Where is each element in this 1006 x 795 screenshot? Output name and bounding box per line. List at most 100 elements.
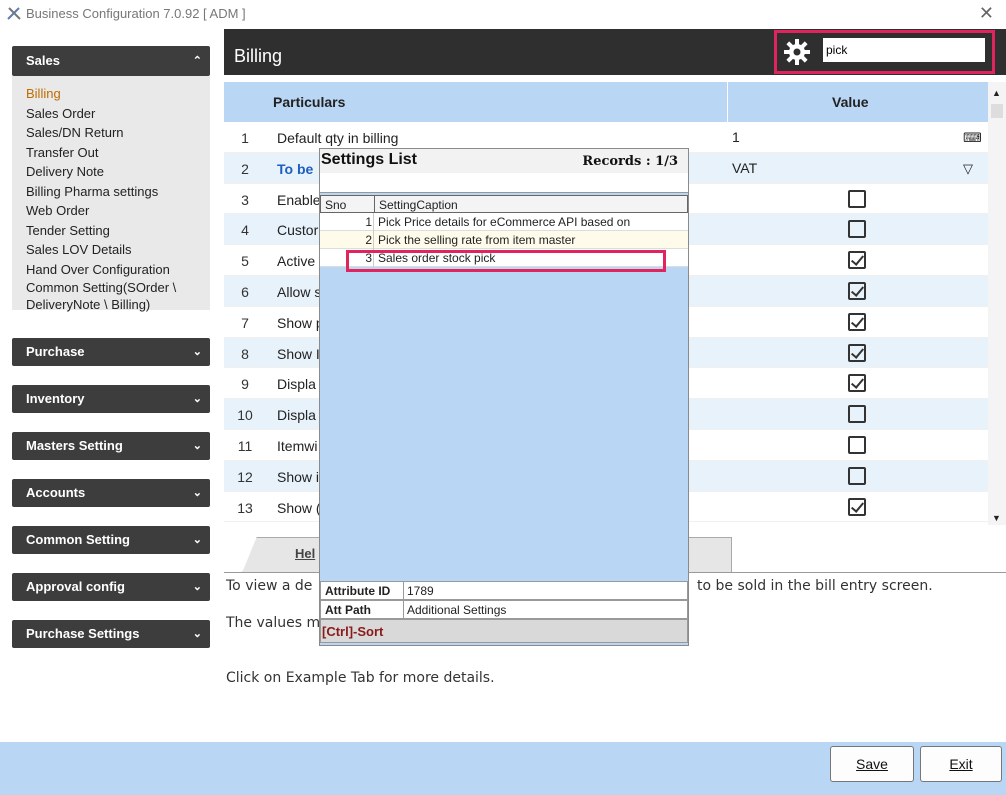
popup-title: Settings List bbox=[321, 151, 418, 168]
sidebar-item-sales-lov[interactable]: Sales LOV Details bbox=[26, 240, 210, 260]
sidebar-item-sales-order[interactable]: Sales Order bbox=[26, 104, 210, 124]
settings-list-popup: Settings List Records : 1/3 Sno SettingC… bbox=[319, 148, 689, 646]
sidebar-group-common-setting[interactable]: Common Setting ⌄ bbox=[12, 526, 210, 554]
help-line-3: Click on Example Tab for more details. bbox=[226, 670, 495, 686]
close-icon[interactable]: ✕ bbox=[979, 3, 994, 24]
grid-row-sno: 12 bbox=[237, 468, 253, 485]
grid-row-value[interactable]: 1 bbox=[732, 129, 740, 145]
sidebar-item-tender-setting[interactable]: Tender Setting bbox=[26, 221, 210, 241]
dropdown-arrow-icon[interactable]: ▽ bbox=[963, 161, 973, 177]
attribute-id-row: Attribute ID 1789 bbox=[320, 581, 688, 600]
expand-icon[interactable]: ⌄ bbox=[193, 432, 202, 460]
sidebar-group-masters-setting[interactable]: Masters Setting ⌄ bbox=[12, 432, 210, 460]
grid-row-particulars: To be bbox=[277, 160, 314, 177]
value-checkbox[interactable] bbox=[848, 466, 866, 485]
collapse-icon[interactable]: ⌃ bbox=[193, 46, 202, 76]
column-separator bbox=[727, 82, 728, 122]
sidebar-item-sales-dn-return[interactable]: Sales/DN Return bbox=[26, 123, 210, 143]
exit-button[interactable]: Exit bbox=[920, 746, 1002, 782]
search-input[interactable] bbox=[823, 38, 985, 62]
sidebar-group-purchase[interactable]: Purchase ⌄ bbox=[12, 338, 210, 366]
value-checkbox[interactable] bbox=[848, 281, 866, 300]
grid-header: Particulars Value bbox=[224, 82, 988, 122]
grid-row-particulars: Enable bbox=[277, 191, 321, 208]
tab-help-label[interactable]: Hel bbox=[295, 546, 315, 561]
grid-row-particulars: Itemwi bbox=[277, 437, 318, 454]
window-title: Business Configuration 7.0.92 [ ADM ] bbox=[26, 6, 246, 21]
value-checkbox[interactable] bbox=[848, 497, 866, 516]
sidebar-item-common-setting[interactable]: Common Setting(SOrder \ bbox=[26, 279, 210, 296]
grid-row-sno: 7 bbox=[241, 314, 249, 331]
column-header-setting-caption[interactable]: SettingCaption bbox=[379, 198, 458, 212]
sidebar-item-common-setting-cont[interactable]: DeliveryNote \ Billing) bbox=[26, 296, 210, 313]
selected-row-highlight bbox=[346, 250, 666, 272]
sidebar-section-sales[interactable]: Sales ⌃ bbox=[12, 46, 210, 76]
grid-row-particulars: Show i bbox=[277, 468, 320, 485]
tools-icon bbox=[7, 7, 21, 20]
sort-hint-bar: [Ctrl]-Sort bbox=[320, 619, 688, 643]
grid-row-value[interactable]: VAT bbox=[732, 160, 757, 176]
scroll-thumb[interactable] bbox=[991, 104, 1003, 118]
value-checkbox[interactable] bbox=[848, 343, 866, 362]
expand-icon[interactable]: ⌄ bbox=[193, 385, 202, 413]
bottom-bar: Save Exit bbox=[0, 742, 1006, 795]
popup-row-sno: 2 bbox=[365, 233, 372, 247]
sales-submenu: Billing Sales Order Sales/DN Return Tran… bbox=[12, 76, 210, 313]
value-checkbox[interactable] bbox=[848, 405, 866, 424]
grid-row-sno: 8 bbox=[241, 345, 249, 362]
grid-row-particulars: Show I bbox=[277, 345, 320, 362]
popup-row[interactable]: 1 Pick Price details for eCommerce API b… bbox=[320, 213, 688, 231]
grid-row-sno: 5 bbox=[241, 253, 249, 270]
value-checkbox[interactable] bbox=[848, 251, 866, 270]
help-line-1-left: To view a de bbox=[226, 578, 313, 594]
value-checkbox[interactable] bbox=[848, 374, 866, 393]
popup-footer: Attribute ID 1789 Att Path Additional Se… bbox=[320, 581, 688, 643]
grid-row-sno: 1 bbox=[241, 130, 249, 146]
sidebar-group-accounts[interactable]: Accounts ⌄ bbox=[12, 479, 210, 507]
grid-row-sno: 13 bbox=[237, 499, 253, 516]
vertical-scrollbar[interactable]: ▲ ▼ bbox=[988, 82, 1006, 525]
grid-row-sno: 3 bbox=[241, 191, 249, 208]
column-header-sno[interactable]: Sno bbox=[325, 198, 346, 212]
keyboard-icon[interactable]: ⌨ bbox=[963, 130, 982, 146]
sidebar-group-inventory[interactable]: Inventory ⌄ bbox=[12, 385, 210, 413]
grid-row-sno: 6 bbox=[241, 283, 249, 300]
grid-row-sno: 4 bbox=[241, 222, 249, 239]
sidebar-item-transfer-out[interactable]: Transfer Out bbox=[26, 143, 210, 163]
scroll-up-icon[interactable]: ▲ bbox=[992, 88, 1001, 98]
expand-icon[interactable]: ⌄ bbox=[193, 479, 202, 507]
help-line-2: The values m bbox=[226, 615, 321, 631]
sidebar-item-web-order[interactable]: Web Order bbox=[26, 201, 210, 221]
value-checkbox[interactable] bbox=[848, 220, 866, 239]
column-header-value[interactable]: Value bbox=[832, 94, 869, 110]
scroll-down-icon[interactable]: ▼ bbox=[992, 513, 1001, 523]
save-button-label: Save bbox=[856, 756, 888, 772]
gear-icon[interactable] bbox=[783, 38, 811, 66]
sidebar-item-billing-pharma[interactable]: Billing Pharma settings bbox=[26, 182, 210, 202]
sidebar-group-purchase-settings[interactable]: Purchase Settings ⌄ bbox=[12, 620, 210, 648]
column-header-particulars[interactable]: Particulars bbox=[273, 94, 345, 110]
value-checkbox[interactable] bbox=[848, 435, 866, 454]
sidebar-item-hand-over[interactable]: Hand Over Configuration bbox=[26, 260, 210, 280]
value-checkbox[interactable] bbox=[848, 189, 866, 208]
sidebar-group-approval-config[interactable]: Approval config ⌄ bbox=[12, 573, 210, 601]
grid-row-sno: 10 bbox=[237, 407, 253, 424]
group-label: Inventory bbox=[26, 391, 85, 406]
expand-icon[interactable]: ⌄ bbox=[193, 620, 202, 648]
expand-icon[interactable]: ⌄ bbox=[193, 526, 202, 554]
group-label: Masters Setting bbox=[26, 438, 123, 453]
attribute-id-label: Attribute ID bbox=[325, 584, 391, 598]
value-checkbox[interactable] bbox=[848, 312, 866, 331]
grid-row-sno: 2 bbox=[241, 160, 249, 177]
save-button[interactable]: Save bbox=[830, 746, 914, 782]
page-header: Billing bbox=[224, 29, 1006, 75]
sidebar-item-billing[interactable]: Billing bbox=[26, 84, 210, 104]
popup-filter-bar[interactable] bbox=[320, 173, 688, 193]
sidebar-section-label: Sales bbox=[26, 53, 60, 68]
grid-row-particulars: Displa bbox=[277, 376, 316, 393]
sidebar-item-delivery-note[interactable]: Delivery Note bbox=[26, 162, 210, 182]
expand-icon[interactable]: ⌄ bbox=[193, 573, 202, 601]
sidebar: Sales ⌃ Billing Sales Order Sales/DN Ret… bbox=[12, 46, 210, 313]
popup-row[interactable]: 2 Pick the selling rate from item master bbox=[320, 231, 688, 249]
expand-icon[interactable]: ⌄ bbox=[193, 338, 202, 366]
